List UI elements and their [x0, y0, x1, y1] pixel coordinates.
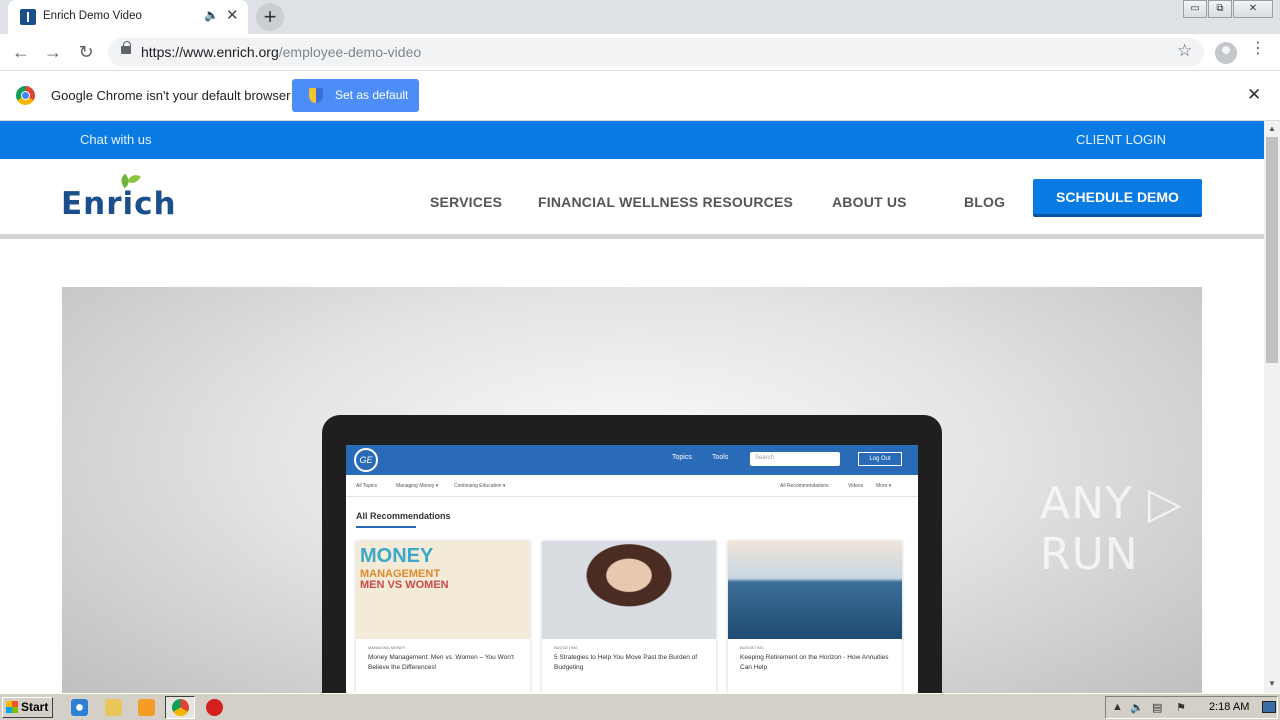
- leaf-icon: [127, 171, 141, 187]
- volume-icon[interactable]: 🔈: [1130, 701, 1144, 714]
- uac-shield-icon: [309, 88, 323, 103]
- scroll-up-icon[interactable]: ▲: [1268, 124, 1276, 133]
- screen-tab-tools: Tools: [712, 454, 729, 461]
- screen-root: Enrich Demo Video 🔈 ✕ + ▭ ⧉ ✕ ← → ↻ http…: [0, 0, 1280, 720]
- nav-services[interactable]: SERVICES: [430, 194, 502, 210]
- scroll-down-icon[interactable]: ▼: [1268, 679, 1276, 688]
- card-title: Keeping Retirement on the Horizon - How …: [740, 654, 889, 671]
- card-category: BUDGETING: [554, 645, 578, 650]
- url-text[interactable]: https://www.enrich.org/employee-demo-vid…: [141, 44, 421, 60]
- screen-heading: All Recommendations: [356, 511, 451, 521]
- schedule-demo-button[interactable]: SCHEDULE DEMO: [1033, 179, 1202, 217]
- address-bar[interactable]: https://www.enrich.org/employee-demo-vid…: [108, 38, 1204, 67]
- ie-icon[interactable]: [71, 699, 88, 716]
- anyrun-watermark: ANY ▷ RUN: [1040, 478, 1183, 580]
- screen-tab-topics: Topics: [672, 454, 692, 461]
- clock[interactable]: 2:18 AM: [1209, 701, 1249, 713]
- card-title: Money Management: Men vs. Women – You Wo…: [368, 654, 514, 671]
- screen-heading-underline: [356, 526, 416, 528]
- scroll-thumb[interactable]: [1266, 137, 1278, 363]
- bookmark-star-icon[interactable]: ☆: [1177, 41, 1192, 61]
- web-page: Chat with us CLIENT LOGIN Enrich SERVICE…: [0, 121, 1264, 693]
- card-title: 5 Strategies to Help You Move Past the B…: [554, 654, 698, 671]
- new-tab-button[interactable]: +: [256, 3, 284, 31]
- site-header: Enrich SERVICES FINANCIAL WELLNESS RESOU…: [0, 159, 1264, 239]
- card-image-text: MEN VS WOMEN: [360, 579, 449, 591]
- tab-close-icon[interactable]: ✕: [226, 7, 239, 25]
- windows-taskbar: Start ▲ 🔈 ▤ ⚑ 2:18 AM: [0, 693, 1280, 720]
- client-login-link[interactable]: CLIENT LOGIN: [1076, 132, 1166, 147]
- taskbar-chrome-button[interactable]: [165, 696, 195, 719]
- start-button[interactable]: Start: [2, 697, 53, 718]
- chrome-taskbar-icon: [172, 699, 189, 716]
- screen-subnav-item: All Recommendations: [780, 483, 829, 489]
- screen-logout: Log Out: [858, 452, 902, 466]
- stop-icon[interactable]: [206, 699, 223, 716]
- enrich-logo[interactable]: Enrich: [61, 171, 177, 222]
- profile-avatar-icon[interactable]: [1215, 42, 1237, 64]
- restore-button[interactable]: ⧉: [1208, 0, 1232, 18]
- screen-subnav-item: Managing Money ▾: [396, 483, 439, 489]
- screen-card: BUDGETING 5 Strategies to Help You Move …: [542, 541, 716, 693]
- card-category: BUDGETING: [740, 645, 764, 650]
- screen-subnav-item: More ▾: [876, 483, 892, 489]
- nav-financial-wellness-resources[interactable]: FINANCIAL WELLNESS RESOURCES: [538, 194, 793, 210]
- system-tray: ▲ 🔈 ▤ ⚑ 2:18 AM: [1105, 696, 1278, 719]
- screen-card: BUDGETING Keeping Retirement on the Hori…: [728, 541, 902, 693]
- tray-expand-icon[interactable]: ▲: [1112, 701, 1123, 713]
- card-category: MANAGING MONEY: [368, 645, 406, 650]
- tab-strip: Enrich Demo Video 🔈 ✕ + ▭ ⧉ ✕: [0, 0, 1280, 34]
- card-image-text: MONEY: [360, 545, 434, 567]
- action-center-flag-icon[interactable]: ⚑: [1176, 701, 1186, 714]
- browser-toolbar: ← → ↻ https://www.enrich.org/employee-de…: [0, 34, 1280, 71]
- laptop-screen: GE Topics Tools Search Log Out All Topic…: [346, 445, 918, 693]
- ge-logo: GE: [354, 448, 378, 472]
- chat-link[interactable]: Chat with us: [80, 132, 152, 147]
- back-icon[interactable]: ←: [11, 42, 31, 62]
- media-player-icon[interactable]: [138, 699, 155, 716]
- nav-blog[interactable]: BLOG: [964, 194, 1005, 210]
- browser-tab[interactable]: Enrich Demo Video 🔈 ✕: [8, 0, 248, 34]
- logo-text: Enrich: [61, 186, 177, 222]
- explorer-folder-icon[interactable]: [105, 699, 122, 716]
- demo-video-player[interactable]: GE Topics Tools Search Log Out All Topic…: [62, 287, 1202, 693]
- card-image: MONEY MANAGEMENT MEN VS WOMEN: [356, 541, 530, 639]
- screen-subnav-item: All Topics: [356, 483, 378, 489]
- favicon-icon: [20, 9, 36, 25]
- lock-icon[interactable]: [121, 41, 131, 54]
- laptop-frame: GE Topics Tools Search Log Out All Topic…: [322, 415, 942, 693]
- set-as-default-button[interactable]: Set as default: [292, 79, 419, 112]
- nav-about-us[interactable]: ABOUT US: [832, 194, 907, 210]
- set-as-default-label: Set as default: [335, 88, 409, 102]
- chrome-logo-icon: [16, 86, 35, 105]
- screen-subnav: All Topics Managing Money ▾ Continuing E…: [346, 475, 918, 497]
- site-topbar: Chat with us CLIENT LOGIN: [0, 121, 1264, 159]
- screen-subnav-item: Continuing Education ▾: [454, 483, 506, 489]
- screen-header: GE Topics Tools Search Log Out: [346, 445, 918, 475]
- infobar-close-icon[interactable]: ✕: [1247, 85, 1261, 105]
- window-close-button[interactable]: ✕: [1233, 0, 1273, 18]
- page-scrollbar[interactable]: ▲ ▼: [1264, 121, 1280, 693]
- forward-icon[interactable]: →: [43, 42, 63, 62]
- speaker-icon[interactable]: 🔈: [204, 8, 219, 22]
- card-image: [728, 541, 902, 639]
- tab-title: Enrich Demo Video: [43, 10, 142, 22]
- show-desktop-icon[interactable]: [1262, 701, 1276, 713]
- screen-subnav-item: Videos: [848, 483, 864, 489]
- screen-search: Search: [750, 452, 840, 466]
- reload-icon[interactable]: ↻: [76, 42, 96, 62]
- minimize-button[interactable]: ▭: [1183, 0, 1207, 18]
- screen-card: MONEY MANAGEMENT MEN VS WOMEN MANAGING M…: [356, 541, 530, 693]
- infobar-message: Google Chrome isn't your default browser: [51, 88, 291, 103]
- network-icon[interactable]: ▤: [1152, 701, 1162, 714]
- card-image: [542, 541, 716, 639]
- chrome-menu-icon[interactable]: ⋮: [1250, 41, 1266, 57]
- default-browser-infobar: Google Chrome isn't your default browser…: [0, 71, 1280, 121]
